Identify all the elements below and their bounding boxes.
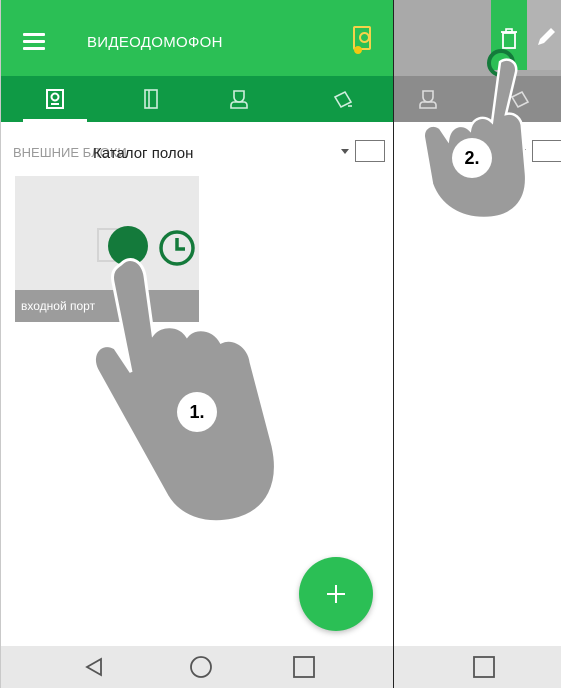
system-nav-bar [394,646,561,688]
tab-camera[interactable] [305,76,381,122]
tab-guard[interactable] [201,76,277,122]
camera-icon [333,90,353,109]
intercom-icon [46,89,64,109]
catalog-full-message: Каталог полон [93,145,194,162]
recents-icon[interactable] [289,654,319,680]
back-icon[interactable] [79,654,109,680]
select-checkbox[interactable] [355,140,385,162]
pencil-icon [538,28,555,45]
chevron-down-icon [341,148,349,154]
system-nav-bar [1,646,393,688]
home-icon[interactable] [186,654,216,680]
tab-intercom[interactable] [17,76,93,122]
add-button[interactable] [299,557,373,631]
app-title: ВИДЕОДОМОФОН [87,34,223,51]
tab-door[interactable] [113,76,189,122]
app-bar: ВИДЕОДОМОФОН [1,0,393,76]
notification-dot [354,46,362,54]
door-icon [144,89,158,109]
step-badge: 2. [452,138,492,178]
section-dropdown[interactable] [341,140,385,162]
recents-icon[interactable] [469,654,499,680]
screen-delete-mode: 2. [394,0,561,688]
hand-pointer-icon [92,258,277,524]
guard-icon [230,90,248,109]
tab-bar [1,76,393,122]
step-badge: 1. [177,392,217,432]
menu-icon[interactable] [23,33,45,50]
screen-main: ВИДЕОДОМОФОН ВНЕШНИЕ БЛОКИ Каталог полон… [0,0,394,688]
